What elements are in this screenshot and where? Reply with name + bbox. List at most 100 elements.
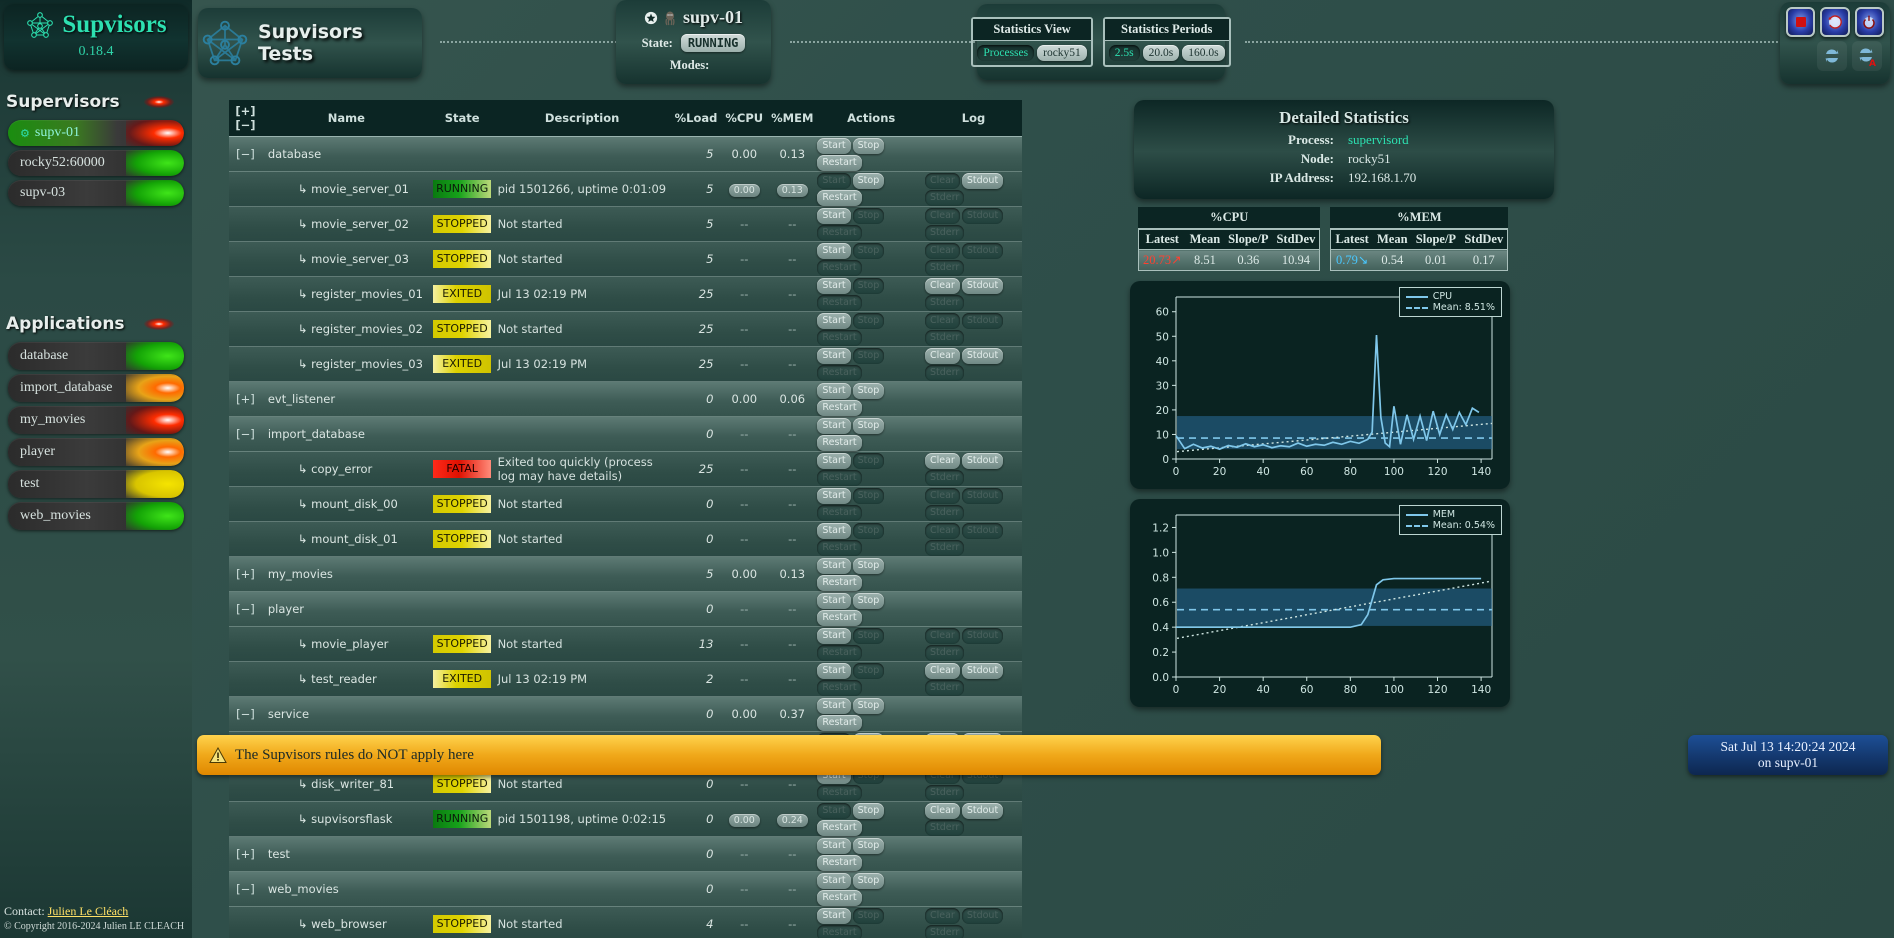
- action-restart-button[interactable]: Restart: [817, 400, 862, 416]
- log-clear-button[interactable]: Clear: [924, 278, 960, 294]
- row-name[interactable]: import_database: [261, 416, 431, 452]
- sidebar-application-my_movies[interactable]: my_movies: [8, 406, 184, 434]
- action-start-button[interactable]: Start: [817, 418, 851, 434]
- row-name[interactable]: ↳ movie_server_01: [261, 171, 431, 207]
- restart-all-icon[interactable]: [1820, 7, 1850, 37]
- action-start-button[interactable]: Start: [817, 523, 851, 539]
- row-name[interactable]: ↳ supvisorsflask: [261, 801, 431, 837]
- row-name[interactable]: ↳ mount_disk_01: [261, 521, 431, 557]
- action-stop-button[interactable]: Stop: [852, 138, 885, 154]
- action-restart-button[interactable]: Restart: [817, 890, 862, 906]
- action-start-button[interactable]: Start: [817, 278, 851, 294]
- action-start-button[interactable]: Start: [817, 663, 851, 679]
- shutdown-icon[interactable]: [1854, 7, 1884, 37]
- log-stdout-button[interactable]: Stdout: [961, 803, 1004, 819]
- row-name[interactable]: ↳ movie_server_03: [261, 241, 431, 277]
- action-restart-button[interactable]: Restart: [817, 575, 862, 591]
- action-stop-button[interactable]: Stop: [852, 873, 885, 889]
- metric-pill[interactable]: 0.00: [728, 813, 760, 827]
- action-stop-button[interactable]: Stop: [852, 173, 885, 189]
- action-start-button[interactable]: Start: [817, 348, 851, 364]
- action-start-button[interactable]: Start: [817, 208, 851, 224]
- row-name[interactable]: ↳ movie_player: [261, 626, 431, 662]
- stats-view-option-processes[interactable]: Processes: [977, 45, 1035, 61]
- row-name[interactable]: test: [261, 836, 431, 872]
- row-name[interactable]: ↳ register_movies_03: [261, 346, 431, 382]
- row-name[interactable]: database: [261, 136, 431, 172]
- row-name[interactable]: ↳ web_browser: [261, 906, 431, 938]
- expand-toggle[interactable]: [−]: [236, 602, 255, 616]
- action-start-button[interactable]: Start: [817, 453, 851, 469]
- action-restart-button[interactable]: Restart: [817, 435, 862, 451]
- row-name[interactable]: ↳ register_movies_01: [261, 276, 431, 312]
- metric-pill[interactable]: 0.00: [728, 183, 760, 197]
- expand-toggle[interactable]: [−]: [236, 707, 255, 721]
- row-name[interactable]: ↳ movie_server_02: [261, 206, 431, 242]
- action-restart-button[interactable]: Restart: [817, 820, 862, 836]
- row-name[interactable]: ↳ mount_disk_00: [261, 486, 431, 522]
- sidebar-supervisor-supv-03[interactable]: supv-03: [8, 180, 184, 206]
- log-clear-button[interactable]: Clear: [924, 663, 960, 679]
- sidebar-supervisor-supv-01[interactable]: ⚙ supv-01: [8, 120, 184, 146]
- metric-pill[interactable]: 0.13: [776, 183, 808, 197]
- action-start-button[interactable]: Start: [817, 558, 851, 574]
- action-restart-button[interactable]: Restart: [817, 155, 862, 171]
- expand-toggle[interactable]: [+]: [236, 392, 255, 406]
- row-name[interactable]: ↳ register_movies_02: [261, 311, 431, 347]
- action-start-button[interactable]: Start: [817, 698, 851, 714]
- log-stdout-button[interactable]: Stdout: [961, 453, 1004, 469]
- action-start-button[interactable]: Start: [817, 628, 851, 644]
- auto-refresh-icon[interactable]: A: [1852, 41, 1882, 71]
- row-name[interactable]: my_movies: [261, 556, 431, 592]
- stop-all-icon[interactable]: [1786, 7, 1816, 37]
- action-restart-button[interactable]: Restart: [817, 855, 862, 871]
- log-clear-button[interactable]: Clear: [924, 348, 960, 364]
- metric-pill[interactable]: 0.24: [776, 813, 808, 827]
- action-stop-button[interactable]: Stop: [852, 593, 885, 609]
- expand-toggle[interactable]: [−]: [236, 882, 255, 896]
- action-restart-button[interactable]: Restart: [817, 610, 862, 626]
- expand-toggle[interactable]: [+]: [236, 567, 255, 581]
- stats-period-option-20-0s[interactable]: 20.0s: [1142, 45, 1180, 61]
- action-stop-button[interactable]: Stop: [852, 803, 885, 819]
- sidebar-application-import_database[interactable]: import_database: [8, 374, 184, 402]
- action-start-button[interactable]: Start: [817, 593, 851, 609]
- action-start-button[interactable]: Start: [817, 488, 851, 504]
- stats-view-option-rocky51[interactable]: rocky51: [1037, 45, 1087, 61]
- log-stdout-button[interactable]: Stdout: [961, 348, 1004, 364]
- sidebar-application-database[interactable]: database: [8, 342, 184, 370]
- action-restart-button[interactable]: Restart: [817, 190, 862, 206]
- expand-toggle[interactable]: [−]: [236, 427, 255, 441]
- action-stop-button[interactable]: Stop: [852, 698, 885, 714]
- row-name[interactable]: evt_listener: [261, 381, 431, 417]
- action-start-button[interactable]: Start: [817, 908, 851, 924]
- row-name[interactable]: web_movies: [261, 871, 431, 907]
- sidebar-application-web_movies[interactable]: web_movies: [8, 502, 184, 530]
- action-stop-button[interactable]: Stop: [852, 838, 885, 854]
- row-name[interactable]: ↳ test_reader: [261, 661, 431, 697]
- expand-toggle[interactable]: [+]: [236, 847, 255, 861]
- log-stdout-button[interactable]: Stdout: [961, 173, 1004, 189]
- sidebar-supervisor-rocky52-60000[interactable]: rocky52:60000: [8, 150, 184, 176]
- action-start-button[interactable]: Start: [817, 243, 851, 259]
- log-clear-button[interactable]: Clear: [924, 453, 960, 469]
- action-stop-button[interactable]: Stop: [852, 558, 885, 574]
- action-start-button[interactable]: Start: [817, 873, 851, 889]
- sidebar-application-player[interactable]: player: [8, 438, 184, 466]
- sidebar-application-test[interactable]: test: [8, 470, 184, 498]
- expand-toggle[interactable]: [−]: [236, 147, 255, 161]
- contact-link[interactable]: Julien Le Cléach: [48, 904, 129, 918]
- action-restart-button[interactable]: Restart: [817, 715, 862, 731]
- log-clear-button[interactable]: Clear: [924, 803, 960, 819]
- detail-process-value[interactable]: supervisord: [1348, 132, 1409, 148]
- action-stop-button[interactable]: Stop: [852, 383, 885, 399]
- log-stdout-button[interactable]: Stdout: [961, 278, 1004, 294]
- refresh-icon[interactable]: [1817, 41, 1847, 71]
- action-start-button[interactable]: Start: [817, 838, 851, 854]
- row-name[interactable]: ↳ copy_error: [261, 451, 431, 487]
- log-stdout-button[interactable]: Stdout: [961, 663, 1004, 679]
- stats-period-option-2-5s[interactable]: 2.5s: [1108, 45, 1140, 61]
- action-start-button[interactable]: Start: [817, 313, 851, 329]
- action-start-button[interactable]: Start: [817, 383, 851, 399]
- stats-period-option-160-0s[interactable]: 160.0s: [1182, 45, 1225, 61]
